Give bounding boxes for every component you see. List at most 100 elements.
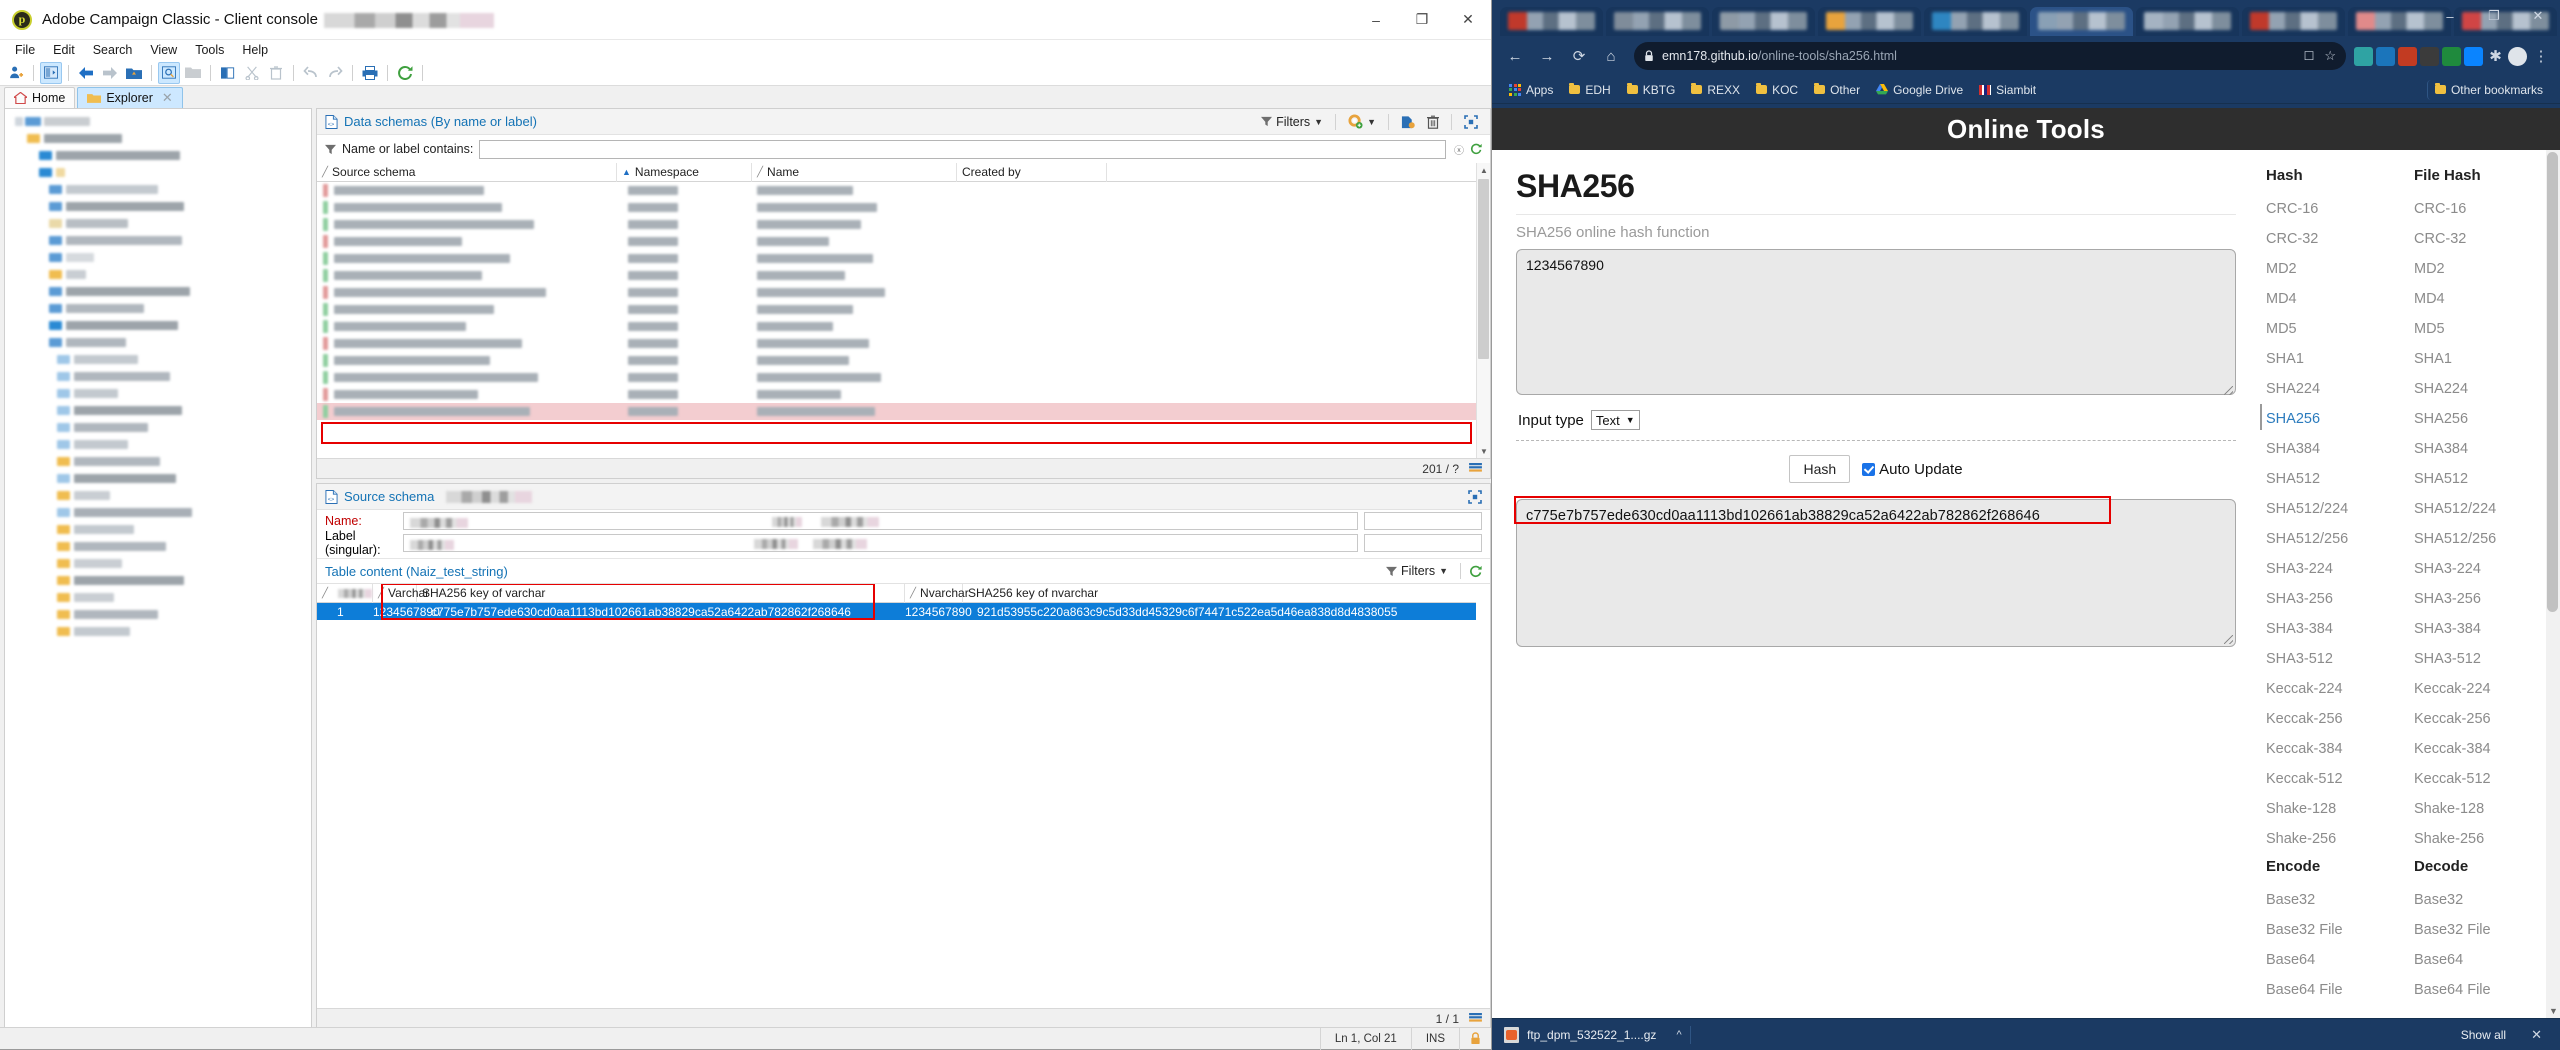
sidebar-file-item-sha512[interactable]: SHA512 bbox=[2414, 464, 2556, 494]
tree-item[interactable] bbox=[5, 606, 311, 623]
sidebar-item-shake-128[interactable]: Shake-128 bbox=[2266, 794, 2408, 824]
scroll-down-icon[interactable]: ▼ bbox=[1477, 444, 1490, 458]
sidebar-item-sha512[interactable]: SHA512 bbox=[2266, 464, 2408, 494]
sidebar-file-item-sha256[interactable]: SHA256 bbox=[2414, 404, 2556, 434]
sidebar-item-keccak-512[interactable]: Keccak-512 bbox=[2266, 764, 2408, 794]
menu-edit[interactable]: Edit bbox=[44, 41, 84, 59]
tree-item[interactable] bbox=[5, 487, 311, 504]
sidebar-file-item-sha3-512[interactable]: SHA3-512 bbox=[2414, 644, 2556, 674]
table-row[interactable] bbox=[317, 352, 1490, 369]
sidebar-item-sha512-256[interactable]: SHA512/256 bbox=[2266, 524, 2408, 554]
col-namespace[interactable]: ▲ Namespace bbox=[617, 163, 752, 182]
clear-filter-icon[interactable]: ⓧ bbox=[1454, 142, 1464, 157]
bookmark-rexx[interactable]: REXX bbox=[1684, 80, 1747, 100]
table-row[interactable] bbox=[317, 284, 1490, 301]
sidebar-file-item-sha3-384[interactable]: SHA3-384 bbox=[2414, 614, 2556, 644]
tree-item[interactable] bbox=[5, 181, 311, 198]
browser-tab[interactable] bbox=[1818, 7, 1921, 36]
sidebar-encode-base32-file[interactable]: Base32 File bbox=[2266, 915, 2408, 945]
sidebar-item-sha224[interactable]: SHA224 bbox=[2266, 374, 2408, 404]
sidebar-file-item-sha3-224[interactable]: SHA3-224 bbox=[2414, 554, 2556, 584]
browser-tab[interactable] bbox=[2030, 7, 2133, 36]
table-row[interactable] bbox=[317, 386, 1490, 403]
col-sha256-nvarchar[interactable]: SHA256 key of nvarchar bbox=[963, 584, 1490, 603]
table-row[interactable] bbox=[317, 216, 1490, 233]
preview-icon[interactable] bbox=[158, 61, 180, 84]
tree-item[interactable] bbox=[5, 249, 311, 266]
sidebar-file-item-keccak-512[interactable]: Keccak-512 bbox=[2414, 764, 2556, 794]
bookmark-kbtg[interactable]: KBTG bbox=[1620, 80, 1683, 100]
extension-icon-6[interactable] bbox=[2464, 46, 2483, 66]
sidebar-decode-base64[interactable]: Base64 bbox=[2414, 945, 2556, 975]
navigation-tree[interactable] bbox=[4, 108, 312, 1049]
table-row[interactable] bbox=[317, 369, 1490, 386]
extension-icon-1[interactable] bbox=[2354, 46, 2373, 66]
maximize-button[interactable]: ❐ bbox=[1399, 0, 1445, 40]
browser-maximize-button[interactable]: ❐ bbox=[2472, 0, 2516, 32]
download-menu-icon[interactable]: ^ bbox=[1668, 1029, 1689, 1041]
tree-item[interactable] bbox=[5, 419, 311, 436]
tree-item[interactable] bbox=[5, 164, 311, 181]
table-row[interactable] bbox=[317, 318, 1490, 335]
tree-item[interactable] bbox=[5, 317, 311, 334]
textarea-resize-handle[interactable] bbox=[2224, 386, 2233, 395]
open-folder-icon[interactable] bbox=[123, 62, 145, 84]
sidebar-encode-base64-file[interactable]: Base64 File bbox=[2266, 975, 2408, 1005]
tab-close-icon[interactable]: ✕ bbox=[162, 90, 173, 106]
add-user-icon[interactable] bbox=[5, 62, 27, 84]
delete-schema-button[interactable] bbox=[1423, 113, 1443, 131]
table-row[interactable] bbox=[317, 267, 1490, 284]
table-row[interactable]: 1 1234567890 c775e7b757ede630cd0aa1113bd… bbox=[317, 603, 1490, 620]
col-key[interactable]: ╱ bbox=[317, 584, 373, 603]
sidebar-item-crc-32[interactable]: CRC-32 bbox=[2266, 224, 2408, 254]
tab-home[interactable]: Home bbox=[4, 87, 76, 108]
expand-icon[interactable] bbox=[1468, 489, 1482, 504]
menu-help[interactable]: Help bbox=[233, 41, 277, 59]
forward-arrow-icon[interactable] bbox=[99, 62, 121, 84]
extension-icon-3[interactable] bbox=[2398, 46, 2417, 66]
duplicate-icon[interactable] bbox=[217, 62, 239, 84]
sidebar-item-shake-256[interactable]: Shake-256 bbox=[2266, 824, 2408, 854]
menu-kebab-icon[interactable]: ⋮ bbox=[2530, 41, 2552, 71]
home-icon[interactable]: ⌂ bbox=[1596, 41, 1626, 71]
tree-item[interactable] bbox=[5, 623, 311, 640]
browser-close-button[interactable]: ✕ bbox=[2516, 0, 2560, 32]
scroll-down-icon[interactable]: ▼ bbox=[2549, 1006, 2558, 1016]
sidebar-item-keccak-256[interactable]: Keccak-256 bbox=[2266, 704, 2408, 734]
sidebar-file-item-md4[interactable]: MD4 bbox=[2414, 284, 2556, 314]
col-name[interactable]: ╱ Name bbox=[752, 163, 957, 182]
tree-item[interactable] bbox=[5, 572, 311, 589]
tree-item[interactable] bbox=[5, 113, 311, 130]
tree-item[interactable] bbox=[5, 453, 311, 470]
close-button[interactable]: ✕ bbox=[1445, 0, 1491, 40]
tree-item[interactable] bbox=[5, 130, 311, 147]
address-bar[interactable]: emn178.github.io/online-tools/sha256.htm… bbox=[1634, 42, 2346, 70]
download-item[interactable]: ftp_dpm_532522_1....gz bbox=[1500, 1022, 1668, 1048]
col-nvarchar[interactable]: ╱ Nvarchar bbox=[905, 584, 969, 603]
field-label-input[interactable] bbox=[403, 534, 1358, 552]
sidebar-item-sha3-256[interactable]: SHA3-256 bbox=[2266, 584, 2408, 614]
minimize-button[interactable]: – bbox=[1353, 0, 1399, 40]
sidebar-item-sha3-224[interactable]: SHA3-224 bbox=[2266, 554, 2408, 584]
col-varchar[interactable]: ╱ Varchar bbox=[373, 584, 429, 603]
browser-tab[interactable] bbox=[2136, 7, 2239, 36]
extension-icon-2[interactable] bbox=[2376, 46, 2395, 66]
sidebar-file-item-keccak-384[interactable]: Keccak-384 bbox=[2414, 734, 2556, 764]
table-row[interactable] bbox=[317, 250, 1490, 267]
sidebar-file-item-sha3-256[interactable]: SHA3-256 bbox=[2414, 584, 2556, 614]
menu-view[interactable]: View bbox=[141, 41, 186, 59]
menu-search[interactable]: Search bbox=[84, 41, 142, 59]
sidebar-item-sha256[interactable]: SHA256 bbox=[2266, 404, 2408, 434]
close-downloads-bar-button[interactable]: ✕ bbox=[2521, 1023, 2552, 1047]
refresh-icon[interactable] bbox=[1469, 565, 1482, 578]
sidebar-file-item-sha224[interactable]: SHA224 bbox=[2414, 374, 2556, 404]
sidebar-encode-base64[interactable]: Base64 bbox=[2266, 945, 2408, 975]
sidebar-file-item-shake-128[interactable]: Shake-128 bbox=[2414, 794, 2556, 824]
tree-item[interactable] bbox=[5, 538, 311, 555]
browser-minimize-button[interactable]: – bbox=[2428, 0, 2472, 32]
data-schemas-grid[interactable]: ╱ Source schema ▲ Namespace ╱ Name Creat… bbox=[317, 163, 1490, 458]
field-name-extra[interactable] bbox=[1364, 512, 1482, 530]
tree-item[interactable] bbox=[5, 334, 311, 351]
new-schema-button[interactable] bbox=[1397, 113, 1419, 131]
scroll-thumb[interactable] bbox=[1478, 179, 1489, 359]
